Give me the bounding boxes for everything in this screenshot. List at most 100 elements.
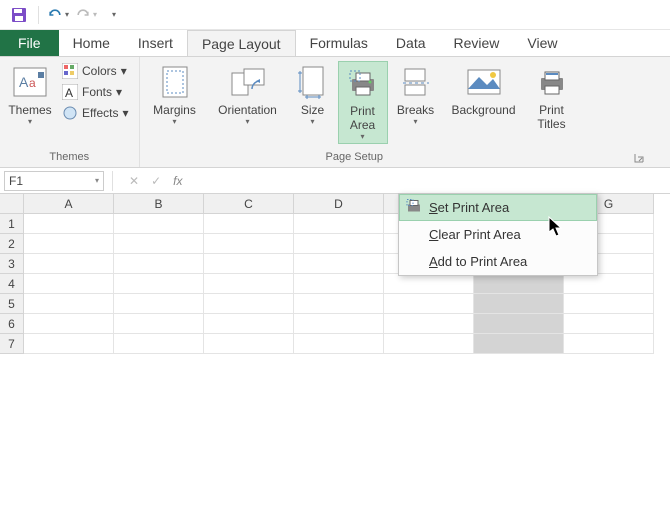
redo-button[interactable]: ▾ — [75, 4, 97, 26]
row-header[interactable]: 1 — [0, 214, 24, 234]
orientation-button[interactable]: Orientation ▾ — [208, 61, 288, 128]
print-titles-button[interactable]: Print Titles — [528, 61, 576, 133]
print-area-button[interactable]: Print Area ▾ — [338, 61, 388, 144]
tab-formulas[interactable]: Formulas — [296, 30, 382, 56]
row-header[interactable]: 7 — [0, 334, 24, 354]
cell[interactable] — [24, 314, 114, 334]
group-themes-label: Themes — [6, 149, 133, 165]
cell[interactable] — [474, 274, 564, 294]
breaks-button[interactable]: Breaks ▾ — [392, 61, 440, 128]
svg-text:A: A — [19, 74, 29, 90]
size-icon — [298, 65, 328, 99]
cell[interactable] — [564, 294, 654, 314]
tab-home[interactable]: Home — [59, 30, 124, 56]
cell[interactable] — [204, 294, 294, 314]
column-header[interactable]: C — [204, 194, 294, 214]
cell[interactable] — [114, 274, 204, 294]
cell[interactable] — [474, 294, 564, 314]
row-header[interactable]: 2 — [0, 234, 24, 254]
cell[interactable] — [114, 214, 204, 234]
row-header[interactable]: 3 — [0, 254, 24, 274]
ribbon: Aa Themes ▾ Colors ▾ A Fonts ▾ Eff — [0, 56, 670, 168]
cell[interactable] — [564, 274, 654, 294]
themes-button[interactable]: Aa Themes ▾ — [6, 61, 54, 128]
menu-clear-print-area[interactable]: Clear Print Area — [399, 221, 597, 248]
cell[interactable] — [294, 294, 384, 314]
group-themes: Aa Themes ▾ Colors ▾ A Fonts ▾ Eff — [0, 57, 140, 167]
cell[interactable] — [564, 314, 654, 334]
size-button[interactable]: Size ▾ — [292, 61, 334, 128]
row-header[interactable]: 5 — [0, 294, 24, 314]
tab-view[interactable]: View — [513, 30, 571, 56]
cell[interactable] — [204, 234, 294, 254]
cancel-button[interactable]: ✕ — [129, 174, 139, 188]
name-box[interactable]: F1 ▾ — [4, 171, 104, 191]
margins-button[interactable]: Margins ▾ — [146, 61, 204, 128]
enter-button[interactable]: ✓ — [151, 174, 161, 188]
cell[interactable] — [384, 274, 474, 294]
menu-set-label: Set Print Area — [429, 200, 509, 215]
print-titles-icon — [537, 68, 567, 96]
colors-icon — [62, 63, 78, 79]
cell[interactable] — [204, 314, 294, 334]
column-header[interactable]: A — [24, 194, 114, 214]
cell[interactable] — [24, 254, 114, 274]
cell[interactable] — [294, 334, 384, 354]
dialog-launcher-icon[interactable] — [634, 153, 644, 163]
cell[interactable] — [474, 314, 564, 334]
customize-qat[interactable]: ▾ — [103, 4, 125, 26]
cell[interactable] — [204, 254, 294, 274]
cell[interactable] — [24, 214, 114, 234]
group-page-setup: Margins ▾ Orientation ▾ Size ▾ — [140, 57, 670, 167]
cell[interactable] — [384, 334, 474, 354]
row-header[interactable]: 4 — [0, 274, 24, 294]
cell[interactable] — [24, 274, 114, 294]
cell[interactable] — [474, 334, 564, 354]
menu-add-to-print-area[interactable]: Add to Print Area — [399, 248, 597, 275]
tab-page-layout[interactable]: Page Layout — [187, 30, 296, 56]
cell[interactable] — [24, 234, 114, 254]
cell[interactable] — [204, 334, 294, 354]
tab-data[interactable]: Data — [382, 30, 440, 56]
orientation-icon — [230, 67, 266, 97]
cell[interactable] — [294, 234, 384, 254]
row-headers: 1234567 — [0, 214, 24, 354]
menu-clear-label: Clear Print Area — [429, 227, 521, 242]
cell[interactable] — [294, 254, 384, 274]
cell[interactable] — [114, 234, 204, 254]
menu-set-print-area[interactable]: Set Print Area — [399, 194, 597, 221]
effects-icon — [62, 105, 78, 121]
column-header[interactable]: B — [114, 194, 204, 214]
cell[interactable] — [564, 334, 654, 354]
save-button[interactable] — [8, 4, 30, 26]
print-area-icon — [348, 69, 378, 97]
cell[interactable] — [384, 314, 474, 334]
cell[interactable] — [114, 254, 204, 274]
cell[interactable] — [24, 334, 114, 354]
svg-text:A: A — [65, 86, 73, 100]
cell[interactable] — [294, 214, 384, 234]
cell[interactable] — [294, 274, 384, 294]
undo-button[interactable]: ▾ — [47, 4, 69, 26]
cell[interactable] — [204, 274, 294, 294]
tab-review[interactable]: Review — [440, 30, 514, 56]
fx-button[interactable]: fx — [173, 174, 182, 188]
print-area-menu: Set Print Area Clear Print Area Add to P… — [398, 193, 598, 276]
row-header[interactable]: 6 — [0, 314, 24, 334]
cell[interactable] — [204, 214, 294, 234]
tab-file[interactable]: File — [0, 30, 59, 56]
select-all-corner[interactable] — [0, 194, 24, 214]
background-button[interactable]: Background — [444, 61, 524, 119]
tab-insert[interactable]: Insert — [124, 30, 187, 56]
cell[interactable] — [384, 294, 474, 314]
effects-button[interactable]: Effects ▾ — [58, 103, 133, 123]
cell[interactable] — [24, 294, 114, 314]
column-header[interactable]: D — [294, 194, 384, 214]
fonts-button[interactable]: A Fonts ▾ — [58, 82, 133, 102]
colors-button[interactable]: Colors ▾ — [58, 61, 133, 81]
cell[interactable] — [114, 334, 204, 354]
cell[interactable] — [294, 314, 384, 334]
cell[interactable] — [114, 294, 204, 314]
cell[interactable] — [114, 314, 204, 334]
undo-icon — [47, 8, 63, 22]
